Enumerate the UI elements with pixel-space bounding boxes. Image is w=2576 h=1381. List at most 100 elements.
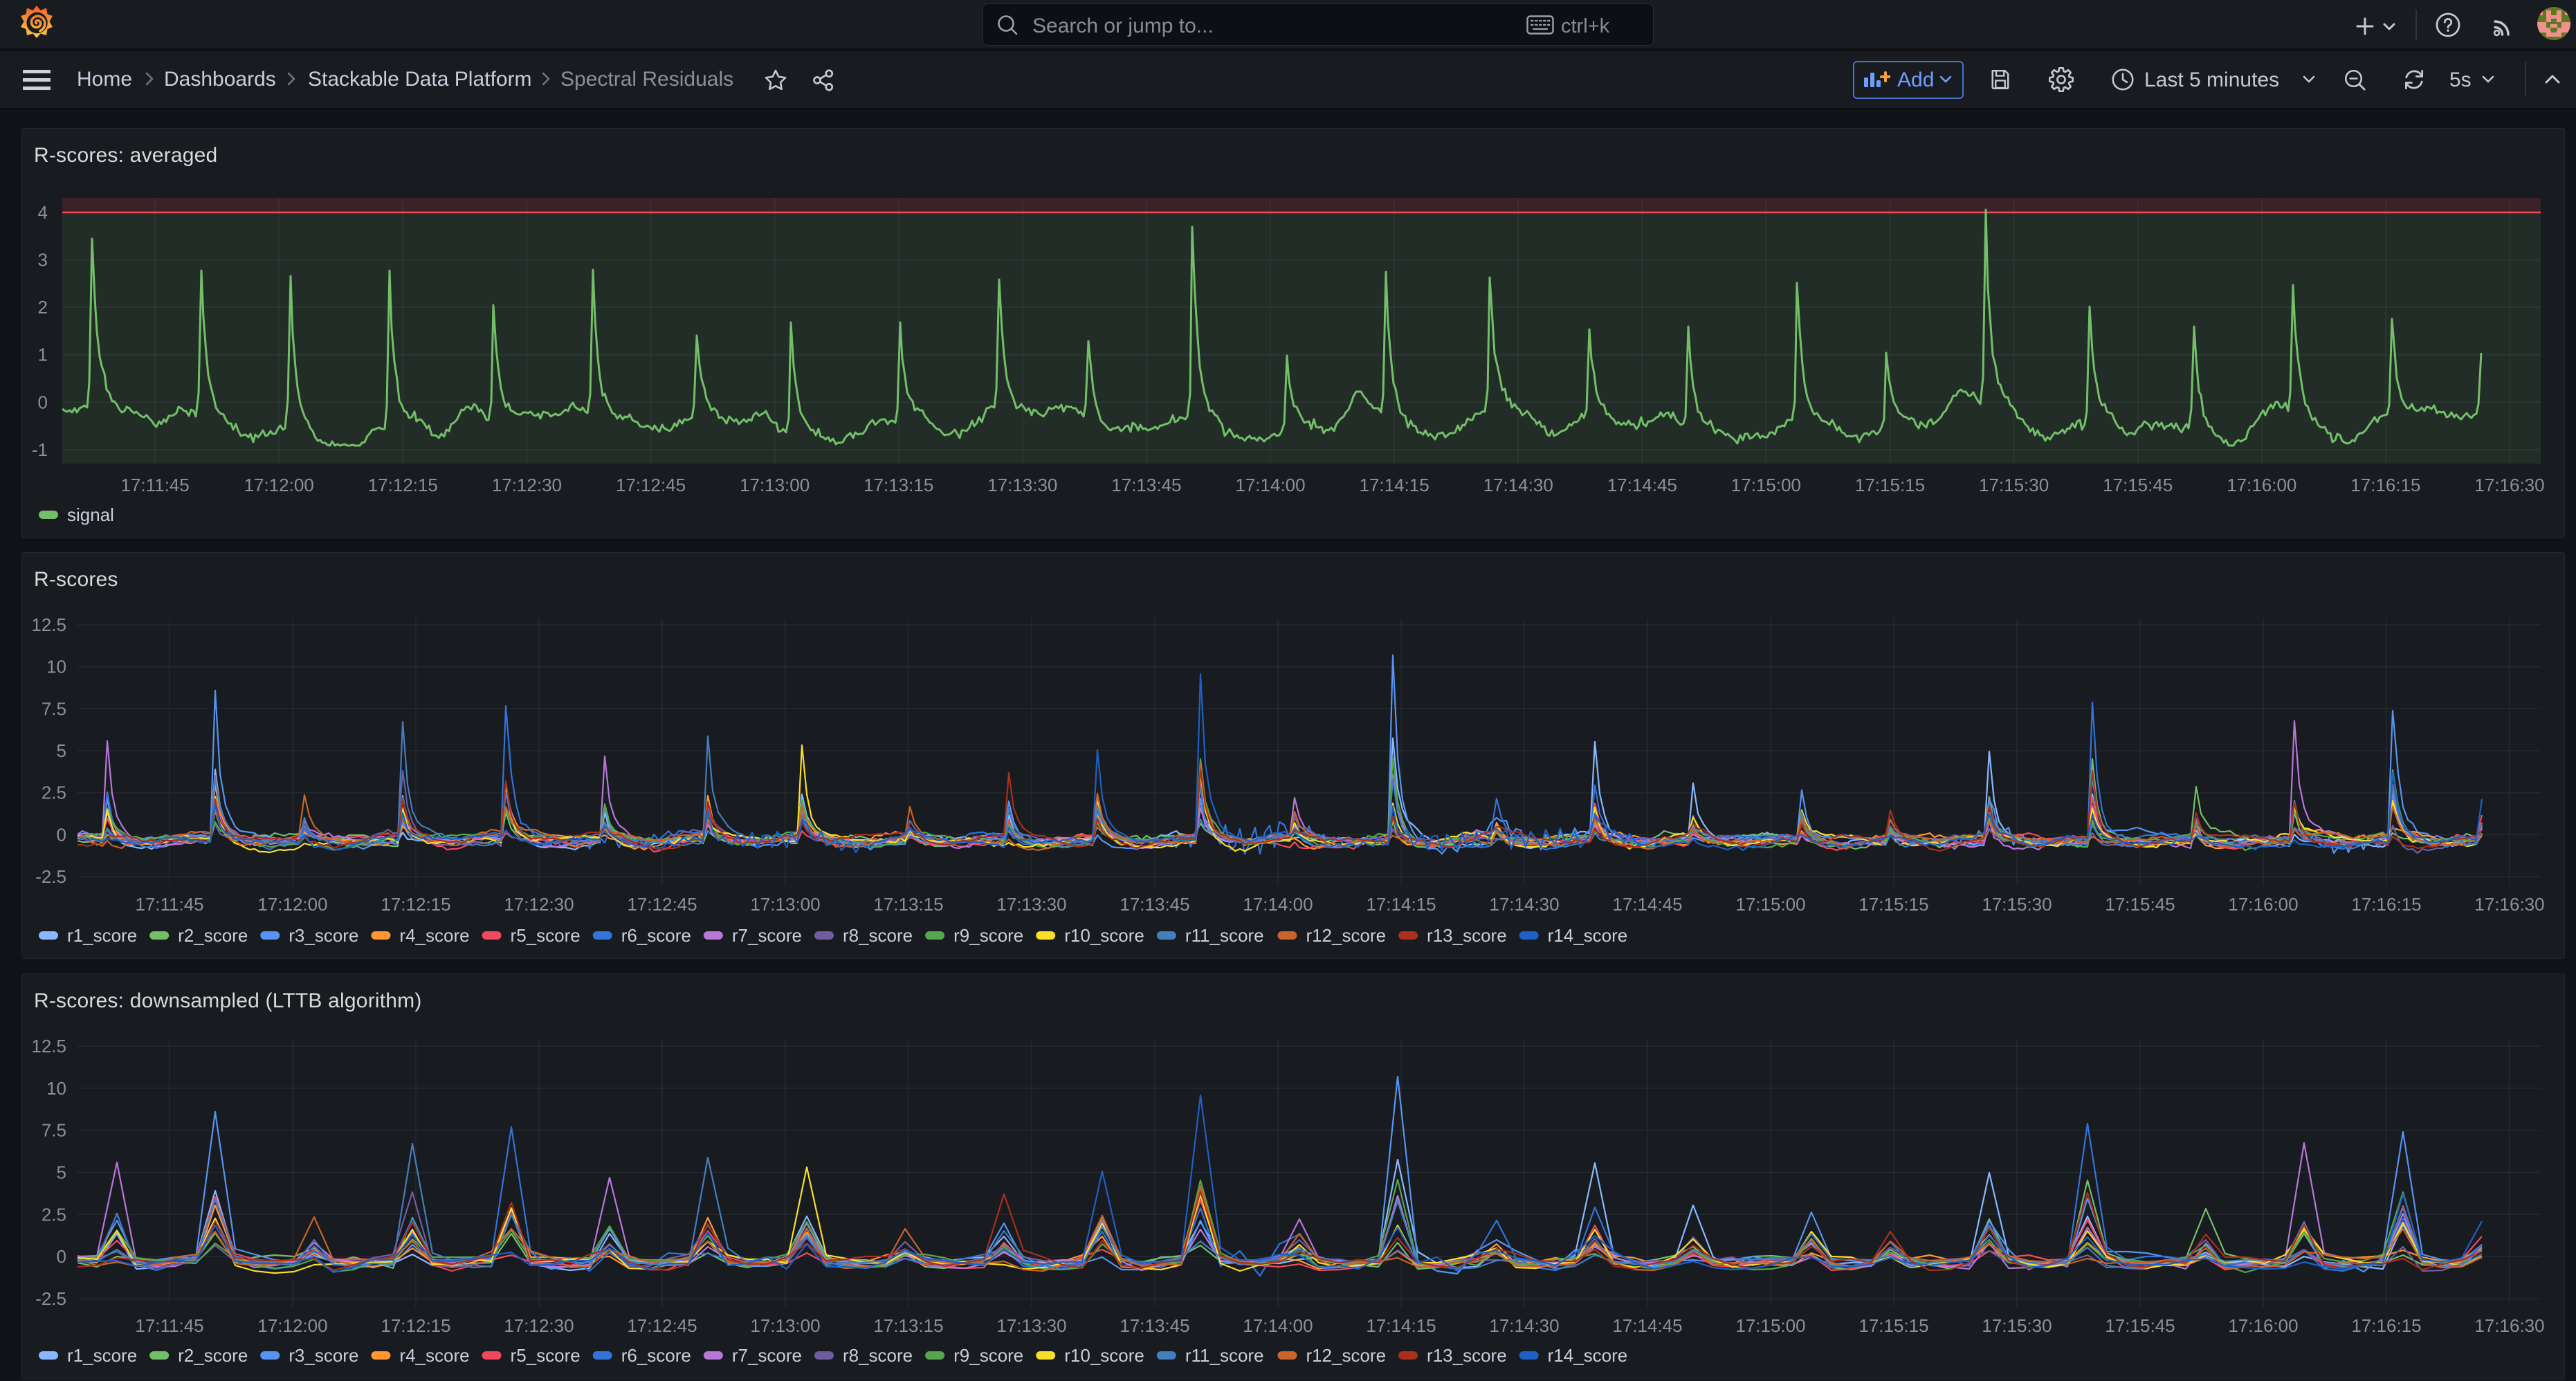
svg-text:r5_score: r5_score [511, 1345, 581, 1366]
svg-text:17:14:00: 17:14:00 [1243, 894, 1313, 915]
svg-text:signal: signal [67, 504, 114, 525]
svg-text:17:15:15: 17:15:15 [1858, 894, 1928, 915]
svg-text:17:14:45: 17:14:45 [1607, 475, 1677, 495]
svg-text:17:15:00: 17:15:00 [1731, 475, 1801, 495]
svg-text:0: 0 [57, 1246, 66, 1267]
svg-text:17:15:45: 17:15:45 [2105, 1315, 2175, 1336]
svg-text:2: 2 [38, 297, 48, 318]
svg-text:17:12:00: 17:12:00 [244, 475, 314, 495]
svg-text:r7_score: r7_score [732, 1345, 802, 1366]
svg-text:17:11:45: 17:11:45 [120, 475, 189, 495]
svg-text:17:13:15: 17:13:15 [864, 475, 933, 495]
svg-text:r2_score: r2_score [178, 925, 248, 946]
svg-text:0: 0 [57, 824, 66, 845]
svg-text:r14_score: r14_score [1548, 1345, 1628, 1366]
svg-text:17:12:30: 17:12:30 [504, 894, 574, 915]
svg-text:r4_score: r4_score [399, 1345, 469, 1366]
svg-text:17:13:15: 17:13:15 [873, 894, 943, 915]
svg-text:12.5: 12.5 [31, 614, 66, 635]
svg-text:17:13:00: 17:13:00 [750, 894, 820, 915]
svg-text:17:14:30: 17:14:30 [1489, 894, 1559, 915]
svg-text:17:15:30: 17:15:30 [1982, 894, 2052, 915]
svg-text:17:14:00: 17:14:00 [1235, 475, 1305, 495]
svg-text:17:16:00: 17:16:00 [2228, 1315, 2298, 1336]
svg-text:7.5: 7.5 [42, 698, 66, 719]
svg-text:17:12:15: 17:12:15 [381, 894, 450, 915]
svg-text:17:15:30: 17:15:30 [1979, 475, 2049, 495]
svg-text:r5_score: r5_score [511, 925, 581, 946]
svg-text:17:15:15: 17:15:15 [1855, 475, 1925, 495]
svg-text:17:15:45: 17:15:45 [2105, 894, 2175, 915]
svg-text:17:13:30: 17:13:30 [987, 475, 1057, 495]
svg-text:17:13:00: 17:13:00 [740, 475, 810, 495]
svg-text:r11_score: r11_score [1185, 925, 1264, 946]
svg-text:r9_score: r9_score [953, 925, 1023, 946]
svg-text:17:11:45: 17:11:45 [135, 894, 203, 915]
svg-text:-1: -1 [32, 439, 48, 460]
svg-text:17:16:30: 17:16:30 [2474, 1315, 2544, 1336]
svg-text:r6_score: r6_score [621, 1345, 691, 1366]
svg-text:r2_score: r2_score [178, 1345, 248, 1366]
svg-text:r1_score: r1_score [67, 1345, 137, 1366]
svg-text:17:14:30: 17:14:30 [1483, 475, 1553, 495]
svg-text:17:15:15: 17:15:15 [1858, 1315, 1928, 1336]
svg-text:r13_score: r13_score [1427, 1345, 1507, 1366]
svg-text:17:16:00: 17:16:00 [2227, 475, 2296, 495]
svg-text:17:12:30: 17:12:30 [504, 1315, 574, 1336]
svg-text:17:12:45: 17:12:45 [627, 1315, 697, 1336]
svg-text:17:12:00: 17:12:00 [257, 894, 327, 915]
svg-text:r13_score: r13_score [1427, 925, 1507, 946]
svg-text:r9_score: r9_score [953, 1345, 1023, 1366]
svg-text:17:13:30: 17:13:30 [996, 894, 1066, 915]
svg-text:r11_score: r11_score [1185, 1345, 1264, 1366]
svg-text:17:14:00: 17:14:00 [1243, 1315, 1313, 1336]
svg-text:17:13:45: 17:13:45 [1120, 1315, 1189, 1336]
svg-text:r3_score: r3_score [289, 1345, 358, 1366]
svg-text:r3_score: r3_score [289, 925, 358, 946]
svg-text:r4_score: r4_score [399, 925, 469, 946]
svg-text:17:15:45: 17:15:45 [2103, 475, 2173, 495]
svg-text:17:13:45: 17:13:45 [1120, 894, 1189, 915]
svg-text:17:14:15: 17:14:15 [1366, 894, 1436, 915]
svg-text:r14_score: r14_score [1548, 925, 1628, 946]
svg-text:17:16:15: 17:16:15 [2351, 1315, 2421, 1336]
svg-text:17:13:30: 17:13:30 [996, 1315, 1066, 1336]
svg-text:r12_score: r12_score [1306, 1345, 1386, 1366]
svg-text:2.5: 2.5 [42, 1204, 66, 1225]
svg-text:17:16:00: 17:16:00 [2228, 894, 2298, 915]
svg-text:17:14:30: 17:14:30 [1489, 1315, 1559, 1336]
svg-text:17:13:45: 17:13:45 [1111, 475, 1181, 495]
svg-text:17:16:30: 17:16:30 [2474, 475, 2544, 495]
svg-text:17:12:45: 17:12:45 [627, 894, 697, 915]
svg-text:r8_score: r8_score [843, 1345, 913, 1366]
svg-text:17:14:15: 17:14:15 [1366, 1315, 1436, 1336]
svg-text:4: 4 [38, 202, 48, 223]
svg-text:r6_score: r6_score [621, 925, 691, 946]
svg-text:3: 3 [38, 250, 48, 271]
svg-text:17:13:15: 17:13:15 [873, 1315, 943, 1336]
svg-text:17:16:15: 17:16:15 [2350, 475, 2420, 495]
svg-text:r10_score: r10_score [1064, 925, 1144, 946]
svg-text:17:12:15: 17:12:15 [381, 1315, 450, 1336]
svg-text:r8_score: r8_score [843, 925, 913, 946]
svg-text:r1_score: r1_score [67, 925, 137, 946]
svg-text:12.5: 12.5 [31, 1036, 66, 1057]
svg-text:-2.5: -2.5 [35, 866, 66, 887]
svg-text:r7_score: r7_score [732, 925, 802, 946]
svg-text:r12_score: r12_score [1306, 925, 1386, 946]
svg-text:17:12:45: 17:12:45 [616, 475, 686, 495]
svg-text:17:12:15: 17:12:15 [368, 475, 438, 495]
svg-text:17:13:00: 17:13:00 [750, 1315, 820, 1336]
svg-text:17:16:15: 17:16:15 [2351, 894, 2421, 915]
svg-text:17:15:30: 17:15:30 [1982, 1315, 2052, 1336]
svg-text:2.5: 2.5 [42, 783, 66, 803]
svg-text:17:15:00: 17:15:00 [1735, 894, 1805, 915]
svg-text:1: 1 [38, 345, 48, 365]
svg-text:17:12:00: 17:12:00 [257, 1315, 327, 1336]
svg-text:17:14:45: 17:14:45 [1612, 894, 1682, 915]
svg-text:17:11:45: 17:11:45 [135, 1315, 203, 1336]
svg-text:17:14:45: 17:14:45 [1612, 1315, 1682, 1336]
svg-text:-2.5: -2.5 [35, 1288, 66, 1309]
svg-text:7.5: 7.5 [42, 1120, 66, 1141]
svg-text:10: 10 [46, 1078, 66, 1099]
